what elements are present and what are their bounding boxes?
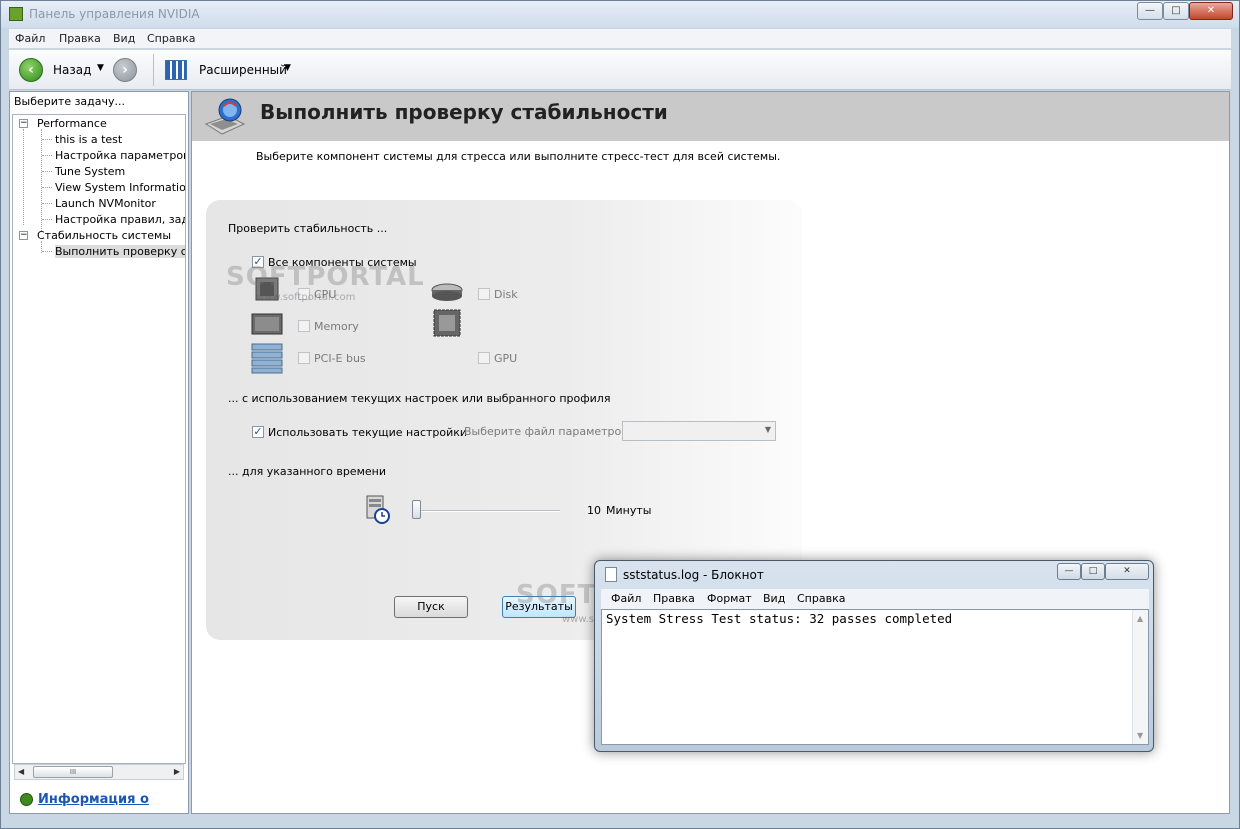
view-mode-label[interactable]: Расширенный <box>199 63 287 77</box>
notepad-close-button[interactable]: ✕ <box>1105 563 1149 580</box>
scroll-thumb[interactable]: III <box>33 766 113 778</box>
page-title: Выполнить проверку стабильности <box>260 100 668 124</box>
toolbar: ‹ Назад ▼ › Расширенный ▼ <box>9 50 1231 90</box>
notepad-menu-format[interactable]: Формат <box>707 592 752 605</box>
back-button-label[interactable]: Назад <box>53 63 91 77</box>
notepad-maximize-button[interactable]: □ <box>1081 563 1105 580</box>
notepad-text: System Stress Test status: 32 passes com… <box>606 611 953 626</box>
tree-guide-line <box>42 187 52 188</box>
scroll-down-icon[interactable]: ▼ <box>1137 731 1143 740</box>
task-sidebar: Выберите задачу... − Performance this is… <box>9 91 189 814</box>
notepad-icon <box>605 567 617 582</box>
pcie-bus-icon <box>251 343 283 374</box>
disk-icon <box>431 283 463 301</box>
tree-item-rules-settings[interactable]: Настройка правил, задан <box>55 213 185 226</box>
memory-checkbox[interactable] <box>298 320 310 332</box>
task-tree: − Performance this is a test Настройка п… <box>12 114 186 764</box>
menu-view[interactable]: Вид <box>113 32 135 45</box>
tree-guide-line <box>42 203 52 204</box>
tree-item-system-stability[interactable]: Стабильность системы <box>37 229 171 242</box>
watermark-url: www.softportal.com <box>256 292 356 303</box>
pcie-checkbox[interactable] <box>298 352 310 364</box>
gpu-label: GPU <box>494 352 518 365</box>
check-stability-header: Проверить стабильность ... <box>228 222 388 235</box>
tree-item-tune-system[interactable]: Tune System <box>55 165 125 178</box>
tree-horizontal-scrollbar[interactable]: ◀ III ▶ <box>14 764 184 780</box>
notepad-minimize-button[interactable]: — <box>1057 563 1081 580</box>
task-header: Выберите задачу... <box>14 95 126 108</box>
menu-file[interactable]: Файл <box>15 32 45 45</box>
title-bar[interactable]: Панель управления NVIDIA — □ ✕ <box>1 1 1239 28</box>
collapse-stability-icon[interactable]: − <box>19 231 28 240</box>
memory-icon <box>251 313 283 335</box>
pcie-label: PCI-E bus <box>314 352 366 365</box>
tree-guide-line <box>23 129 24 225</box>
view-mode-icon[interactable] <box>165 60 187 80</box>
window-title: Панель управления NVIDIA <box>29 7 200 21</box>
notepad-menu-edit[interactable]: Правка <box>653 592 695 605</box>
chevron-down-icon: ▼ <box>764 425 771 434</box>
system-info-link[interactable]: Информация о <box>20 792 149 807</box>
use-current-settings-checkbox[interactable]: ✓ <box>252 426 264 438</box>
duration-slider-thumb[interactable] <box>412 500 421 519</box>
gpu-chip-icon <box>433 309 461 337</box>
disk-checkbox[interactable] <box>478 288 490 300</box>
watermark-logo: SOFTPORTAL <box>226 262 425 292</box>
tree-guide-line <box>42 219 52 220</box>
start-button[interactable]: Пуск <box>394 596 468 618</box>
tree-item-gpu-settings[interactable]: Настройка параметров ГП <box>55 149 185 162</box>
menu-bar: Файл Правка Вид Справка <box>9 29 1231 49</box>
stability-test-icon <box>204 98 246 135</box>
back-history-dropdown-icon[interactable]: ▼ <box>97 63 104 73</box>
collapse-performance-icon[interactable]: − <box>19 119 28 128</box>
tree-item-performance[interactable]: Performance <box>37 117 107 130</box>
notepad-menu-bar: Файл Правка Формат Вид Справка <box>601 589 1149 609</box>
notepad-vertical-scrollbar[interactable]: ▲ ▼ <box>1132 610 1148 744</box>
notepad-menu-view[interactable]: Вид <box>763 592 785 605</box>
tree-guide-line <box>42 139 52 140</box>
page-header: Выполнить проверку стабильности <box>192 92 1229 141</box>
memory-label: Memory <box>314 320 359 333</box>
back-arrow-icon[interactable]: ‹ <box>19 58 43 82</box>
scroll-up-icon[interactable]: ▲ <box>1137 614 1143 623</box>
notepad-window: sststatus.log - Блокнот — □ ✕ Файл Правк… <box>594 560 1154 752</box>
system-info-link-label: Информация о <box>38 792 149 807</box>
duration-unit: Минуты <box>606 504 652 517</box>
profile-file-select[interactable]: ▼ <box>622 421 776 441</box>
menu-edit[interactable]: Правка <box>59 32 101 45</box>
tree-item-run-stability-test[interactable]: Выполнить проверку стаб <box>55 245 185 258</box>
tree-item-this-is-a-test[interactable]: this is a test <box>55 133 122 146</box>
minimize-button[interactable]: — <box>1137 2 1163 20</box>
tree-guide-line <box>42 251 52 252</box>
use-current-settings-label: Использовать текущие настройки <box>268 426 468 439</box>
timer-icon <box>366 495 390 524</box>
page-description: Выберите компонент системы для стресса и… <box>256 150 781 163</box>
notepad-title: sststatus.log - Блокнот <box>623 568 764 582</box>
notepad-menu-file[interactable]: Файл <box>611 592 641 605</box>
maximize-button[interactable]: □ <box>1163 2 1189 20</box>
view-mode-dropdown-icon[interactable]: ▼ <box>284 63 291 73</box>
toolbar-separator <box>153 54 154 86</box>
time-header: ... для указанного времени <box>228 465 386 478</box>
notepad-menu-help[interactable]: Справка <box>797 592 845 605</box>
duration-slider-track[interactable] <box>414 510 560 512</box>
tree-item-view-system-info[interactable]: View System Information <box>55 181 185 194</box>
info-icon <box>20 793 33 806</box>
scroll-left-icon[interactable]: ◀ <box>18 767 24 776</box>
notepad-text-area[interactable]: System Stress Test status: 32 passes com… <box>601 609 1149 745</box>
duration-value: 10 <box>587 504 601 517</box>
profile-file-label: Выберите файл параметров: <box>464 425 632 438</box>
nvidia-app-icon <box>9 7 23 21</box>
tree-item-launch-nvmonitor[interactable]: Launch NVMonitor <box>55 197 156 210</box>
tree-guide-line <box>42 155 52 156</box>
forward-arrow-icon[interactable]: › <box>113 58 137 82</box>
disk-label: Disk <box>494 288 518 301</box>
menu-help[interactable]: Справка <box>147 32 195 45</box>
scroll-right-icon[interactable]: ▶ <box>174 767 180 776</box>
tree-guide-line <box>41 129 42 231</box>
profile-header: ... с использованием текущих настроек ил… <box>228 392 611 405</box>
gpu-checkbox[interactable] <box>478 352 490 364</box>
tree-guide-line <box>42 171 52 172</box>
close-button[interactable]: ✕ <box>1189 2 1233 20</box>
